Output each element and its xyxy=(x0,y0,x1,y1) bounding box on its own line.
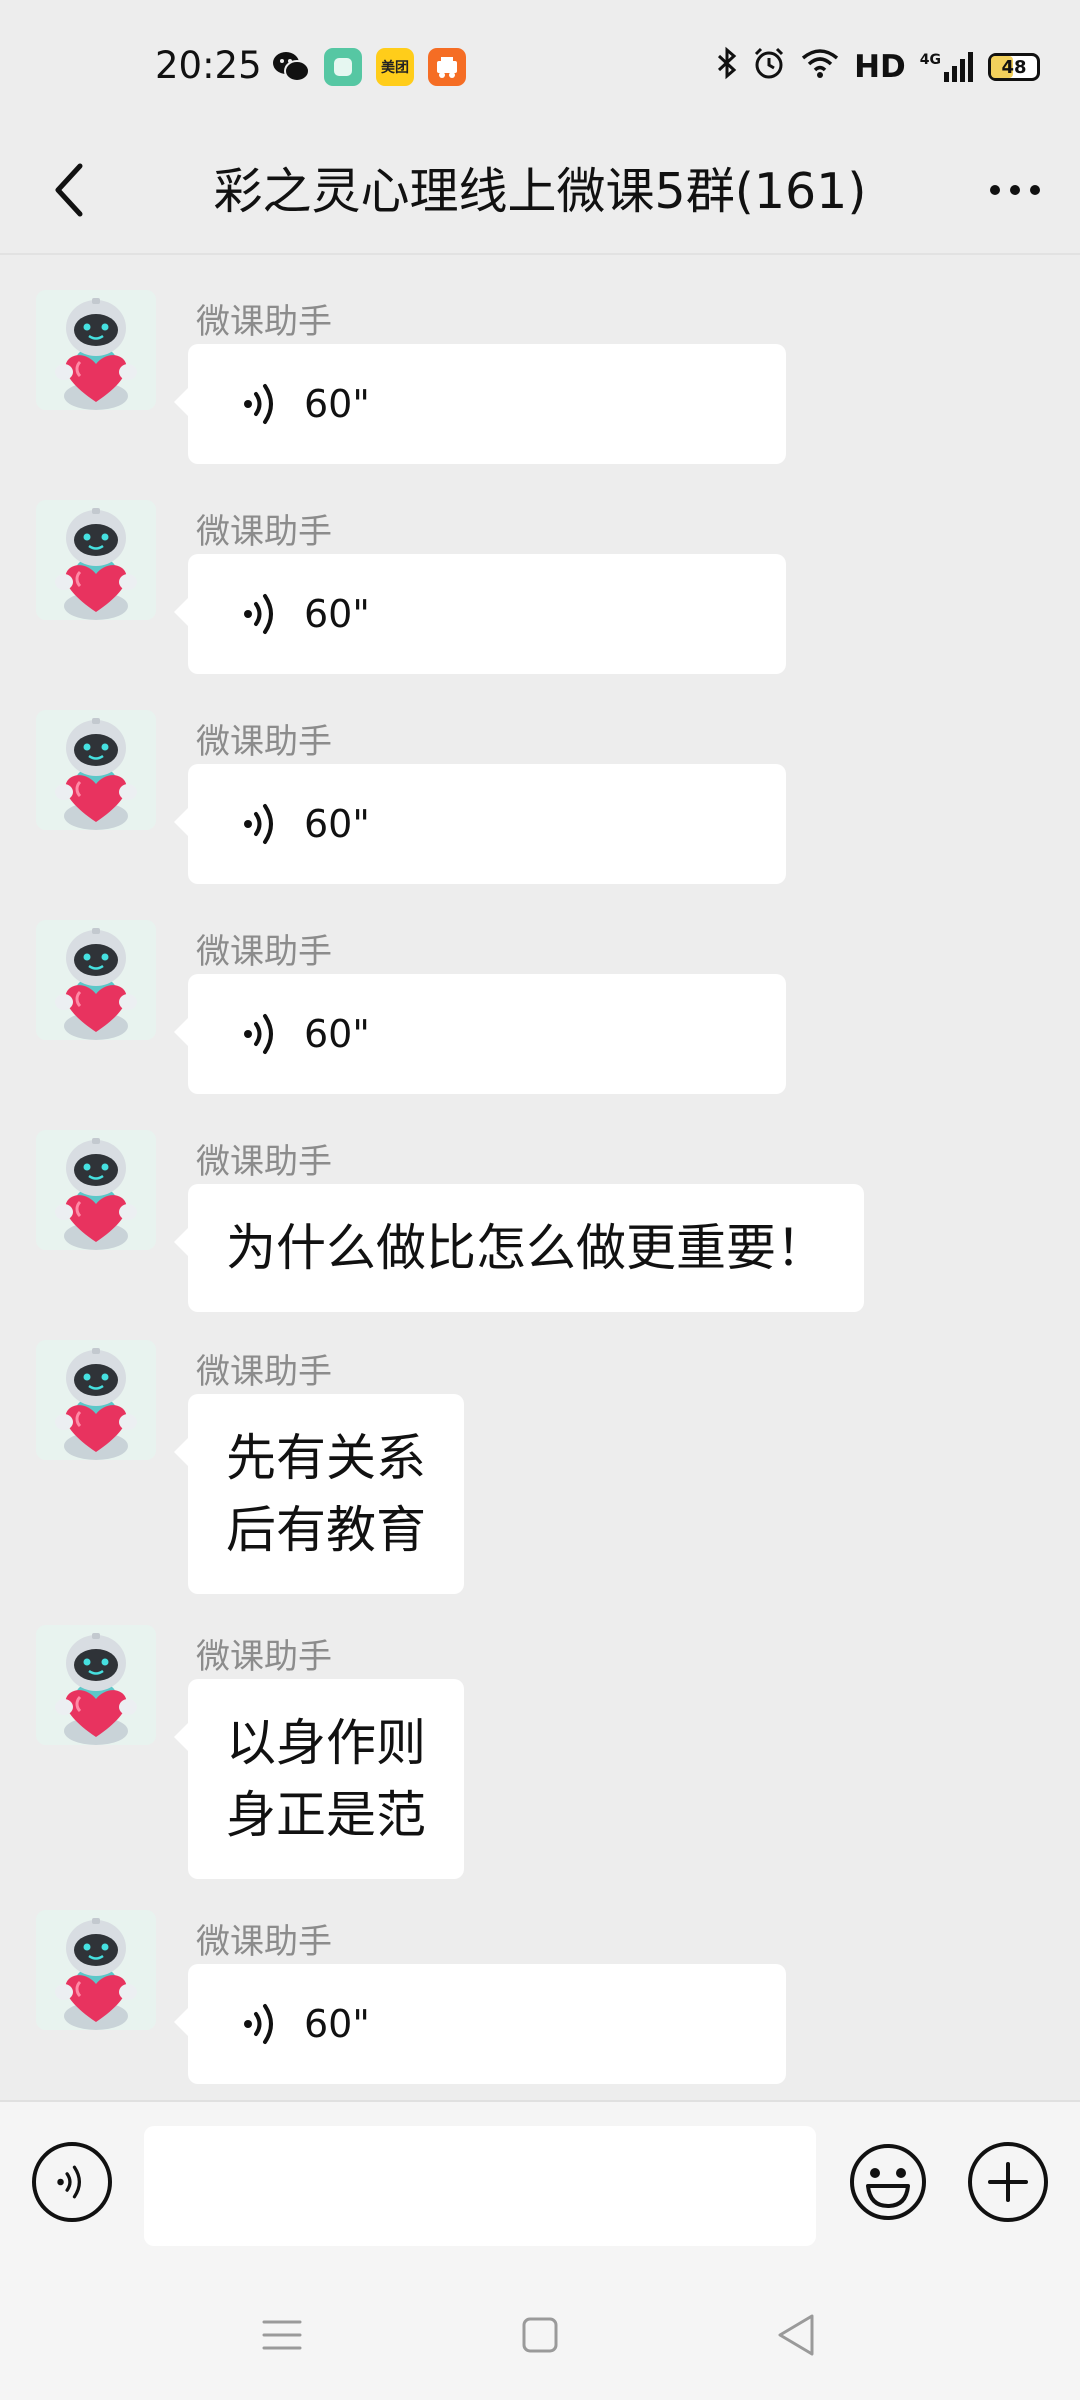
bluetooth-icon xyxy=(716,46,738,88)
message-text-line: 先有关系 xyxy=(226,1429,426,1487)
voice-duration: 60" xyxy=(304,592,370,636)
nav-menu-button[interactable] xyxy=(252,2310,312,2360)
wifi-icon xyxy=(800,47,840,87)
wechat-icon xyxy=(272,48,310,86)
hd-label: HD xyxy=(854,49,906,85)
sender-name: 微课助手 xyxy=(196,302,332,342)
signal-icon: 4G xyxy=(920,52,974,82)
battery-indicator: 48 xyxy=(988,53,1040,81)
status-bar: 20:25 美团 HD 4G 48 xyxy=(0,0,1080,130)
avatar[interactable] xyxy=(36,500,156,620)
sender-name: 微课助手 xyxy=(196,722,332,762)
avatar[interactable] xyxy=(36,1625,156,1745)
voice-message-bubble[interactable]: 60" xyxy=(174,974,786,1094)
avatar[interactable] xyxy=(36,920,156,1040)
smiley-icon xyxy=(850,2144,926,2220)
voice-wave-icon xyxy=(240,591,284,637)
more-dot-icon xyxy=(1030,185,1040,195)
message-text: 为什么做比怎么做更重要！ xyxy=(226,1219,826,1277)
menu-icon xyxy=(262,2320,302,2350)
voice-duration: 60" xyxy=(304,382,370,426)
orange-app-icon xyxy=(428,48,466,86)
sender-name: 微课助手 xyxy=(196,932,332,972)
voice-input-button[interactable] xyxy=(32,2142,112,2222)
emoji-button[interactable] xyxy=(848,2142,928,2222)
message-input[interactable] xyxy=(144,2126,816,2246)
system-nav-bar xyxy=(0,2270,1080,2400)
chat-header: 彩之灵心理线上微课5群(161) xyxy=(0,130,1080,255)
battery-level: 48 xyxy=(1001,56,1027,78)
meituan-label: 美团 xyxy=(381,60,409,76)
chat-title: 彩之灵心理线上微课5群(161) xyxy=(213,163,867,220)
sender-name: 微课助手 xyxy=(196,1637,332,1677)
voice-message-bubble[interactable]: 60" xyxy=(174,764,786,884)
voice-wave-icon xyxy=(240,801,284,847)
system-indicators: HD 4G 48 xyxy=(716,46,1040,88)
voice-wave-icon xyxy=(54,2163,90,2201)
voice-wave-icon xyxy=(240,2001,284,2047)
alarm-icon xyxy=(752,46,786,88)
text-message-bubble[interactable]: 先有关系 后有教育 xyxy=(174,1394,464,1594)
avatar[interactable] xyxy=(36,1340,156,1460)
voice-duration: 60" xyxy=(304,2002,370,2046)
sender-name: 微课助手 xyxy=(196,512,332,552)
voice-duration: 60" xyxy=(304,1012,370,1056)
sender-name: 微课助手 xyxy=(196,1922,332,1962)
text-message-bubble[interactable]: 为什么做比怎么做更重要！ xyxy=(174,1184,864,1312)
avatar[interactable] xyxy=(36,710,156,830)
notification-icons: 美团 xyxy=(272,48,466,86)
network-label: 4G xyxy=(919,52,941,68)
message-text-line: 身正是范 xyxy=(226,1786,426,1844)
nav-back-button[interactable] xyxy=(766,2310,826,2360)
nav-home-button[interactable] xyxy=(510,2310,570,2360)
more-dot-icon xyxy=(1010,185,1020,195)
green-app-icon xyxy=(324,48,362,86)
text-message-bubble[interactable]: 以身作则 身正是范 xyxy=(174,1679,464,1879)
avatar[interactable] xyxy=(36,290,156,410)
voice-duration: 60" xyxy=(304,802,370,846)
square-icon xyxy=(522,2317,558,2353)
voice-wave-icon xyxy=(240,1011,284,1057)
status-time: 20:25 xyxy=(155,44,262,87)
sender-name: 微课助手 xyxy=(196,1142,332,1182)
message-list[interactable]: 微课助手 60" 微课助手 60" 微课助手 60" 微课助手 60" 微课助手 xyxy=(0,256,1080,2098)
avatar[interactable] xyxy=(36,1130,156,1250)
avatar[interactable] xyxy=(36,1910,156,2030)
voice-message-bubble[interactable]: 60" xyxy=(174,1964,786,2084)
more-options-button[interactable] xyxy=(970,150,1060,230)
message-text-line: 后有教育 xyxy=(226,1501,426,1559)
meituan-icon: 美团 xyxy=(376,48,414,86)
more-actions-button[interactable] xyxy=(968,2142,1048,2222)
plus-icon xyxy=(988,2162,1028,2202)
triangle-back-icon xyxy=(778,2314,814,2356)
more-dot-icon xyxy=(990,185,1000,195)
message-text-line: 以身作则 xyxy=(226,1714,426,1772)
input-bar xyxy=(0,2100,1080,2270)
voice-message-bubble[interactable]: 60" xyxy=(174,554,786,674)
voice-wave-icon xyxy=(240,381,284,427)
voice-message-bubble[interactable]: 60" xyxy=(174,344,786,464)
sender-name: 微课助手 xyxy=(196,1352,332,1392)
